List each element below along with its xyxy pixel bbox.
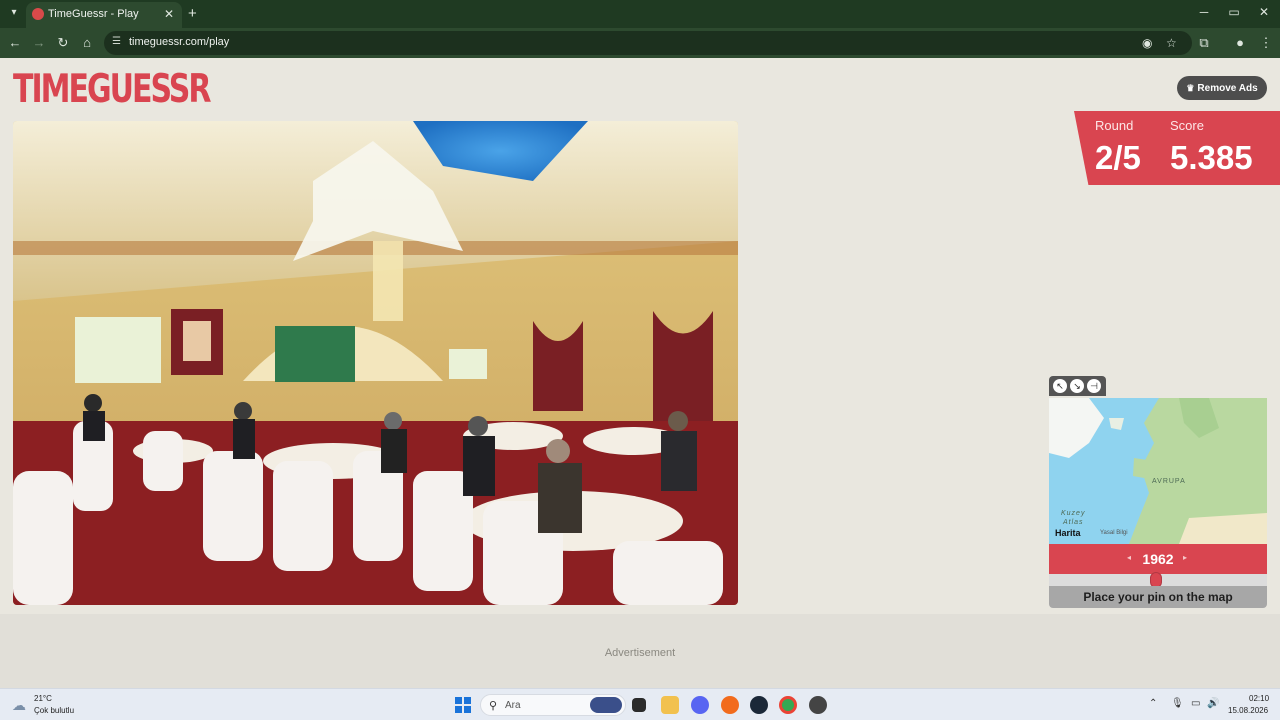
score-panel: Round 2/5 Score 5.385 [1074, 111, 1280, 185]
round-value: 2/5 [1095, 139, 1141, 176]
remove-ads-label: Remove Ads [1197, 83, 1258, 94]
tab-close-icon[interactable]: ✕ [164, 7, 174, 21]
year-value: 1962 [1142, 551, 1174, 567]
shrink-map-icon[interactable]: ↘ [1070, 379, 1084, 393]
taskbar-search[interactable]: ⚲ Ara [480, 694, 626, 716]
year-display: ◂ 1962 ▸ [1049, 544, 1267, 574]
new-tab-button[interactable]: + [188, 5, 197, 22]
cloud-icon[interactable]: ☁ [12, 697, 26, 714]
score-label: Score [1170, 118, 1204, 133]
round-label: Round [1095, 118, 1134, 133]
clock-time[interactable]: 02:10 [1249, 694, 1269, 703]
weather-temperature[interactable]: 21°C [34, 694, 52, 703]
network-icon[interactable]: ▭ [1191, 698, 1200, 709]
chrome-icon[interactable] [779, 696, 797, 714]
menu-kebab-icon[interactable]: ⋮ [1258, 35, 1274, 51]
guess-map[interactable]: AVRUPA Kuzey Atlas Harita Yasal Bilgi [1049, 398, 1267, 544]
tray-chevron-icon[interactable]: ⌃ [1149, 698, 1157, 709]
advertisement-label: Advertisement [604, 647, 676, 659]
expand-map-icon[interactable]: ↖ [1053, 379, 1067, 393]
start-button[interactable] [455, 697, 471, 713]
conference-hall-image [13, 121, 738, 605]
year-right-arrow-icon[interactable]: ▸ [1183, 553, 1187, 562]
tab-list-chevron-icon[interactable]: ▾ [6, 5, 22, 21]
back-arrow-icon[interactable]: ← [7, 35, 23, 51]
search-highlight-icon [590, 697, 622, 713]
timeguessr-logo[interactable]: TIMEGUESSR [13, 67, 211, 113]
forward-arrow-icon[interactable]: → [31, 35, 47, 51]
file-explorer-icon[interactable] [661, 696, 679, 714]
map-ocean-label-1: Kuzey [1061, 510, 1086, 517]
remove-ads-button[interactable]: ♛ Remove Ads [1177, 76, 1267, 100]
weather-description[interactable]: Çok bulutlu [34, 706, 74, 715]
advertisement-area: Advertisement [0, 614, 1280, 688]
tab-favicon-icon [32, 8, 44, 20]
score-value: 5.385 [1170, 139, 1253, 176]
volume-icon[interactable]: 🔊 [1207, 698, 1219, 709]
address-url[interactable]: timeguessr.com/play [129, 36, 229, 48]
crown-icon: ♛ [1186, 83, 1195, 93]
microphone-icon[interactable]: 🎙 [1171, 698, 1184, 709]
reload-icon[interactable]: ↻ [55, 35, 71, 51]
tab-title: TimeGuessr - Play [48, 8, 139, 20]
browser-tab-bar: ▾ TimeGuessr - Play ✕ + ─ ▭ ✕ [0, 0, 1280, 28]
map-ocean-label-2: Atlas [1063, 519, 1084, 526]
minimize-button[interactable]: ─ [1194, 5, 1214, 19]
app-notification-icon[interactable] [809, 696, 827, 714]
address-bar[interactable]: ☰ timeguessr.com/play ◉ ☆ [104, 31, 1192, 55]
task-view-icon[interactable] [632, 698, 646, 712]
discord-icon[interactable] [691, 696, 709, 714]
profile-icon[interactable]: ● [1232, 35, 1248, 51]
search-placeholder: Ara [505, 700, 521, 711]
windows-taskbar: ☁ 21°C Çok bulutlu ⚲ Ara ⌃ 🎙 ▭ 🔊 02:10 1… [0, 688, 1280, 720]
app-orange-icon[interactable] [721, 696, 739, 714]
map-region-label: AVRUPA [1152, 478, 1186, 485]
search-icon: ⚲ [489, 700, 498, 712]
browser-toolbar: ← → ↻ ⌂ ☰ timeguessr.com/play ◉ ☆ ⧉ ● ⋮ [0, 28, 1280, 58]
home-icon[interactable]: ⌂ [79, 35, 95, 51]
pin-map-icon[interactable]: ⊣ [1087, 379, 1101, 393]
restore-button[interactable]: ▭ [1224, 5, 1244, 19]
steam-icon[interactable] [750, 696, 768, 714]
site-info-icon[interactable]: ☰ [112, 36, 121, 47]
eye-off-icon[interactable]: ◉ [1142, 36, 1152, 50]
browser-tab[interactable]: TimeGuessr - Play ✕ [26, 2, 182, 28]
place-pin-button[interactable]: Place your pin on the map [1049, 586, 1267, 608]
close-window-button[interactable]: ✕ [1254, 5, 1274, 19]
map-controls: ↖ ↘ ⊣ [1049, 376, 1106, 396]
bookmark-star-icon[interactable]: ☆ [1166, 36, 1177, 50]
round-photo [13, 121, 738, 605]
windows-logo-icon [455, 697, 462, 704]
map-legal-link[interactable]: Yasal Bilgi [1100, 530, 1128, 536]
extensions-icon[interactable]: ⧉ [1196, 35, 1212, 51]
map-attribution[interactable]: Harita [1055, 528, 1081, 538]
clock-date[interactable]: 15.08.2026 [1228, 706, 1268, 715]
